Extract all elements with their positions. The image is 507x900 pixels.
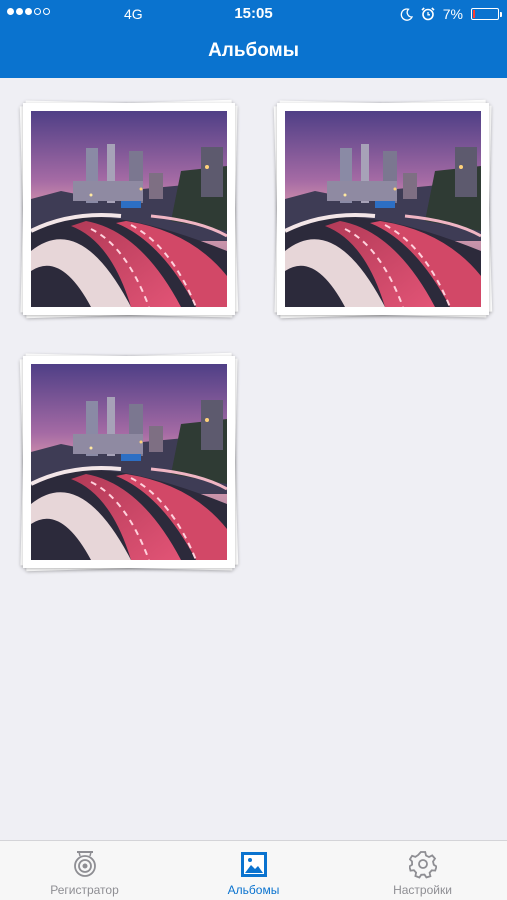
battery-percent: 7%	[442, 6, 463, 22]
status-bar: 4G 15:05 7%	[0, 0, 507, 28]
city-highway-photo	[31, 111, 227, 307]
album-cover	[277, 103, 489, 315]
tab-label: Регистратор	[50, 883, 119, 897]
tab-recorder[interactable]: Регистратор	[0, 841, 169, 900]
photo-album-icon	[240, 852, 267, 877]
album-item[interactable]	[19, 99, 239, 319]
album-cover	[23, 356, 235, 568]
tab-label: Настройки	[393, 883, 452, 897]
alarm-icon	[421, 7, 435, 21]
album-cover	[23, 103, 235, 315]
page-title: Альбомы	[208, 40, 299, 61]
city-highway-photo	[285, 111, 481, 307]
dashcam-icon	[73, 851, 96, 877]
city-highway-photo	[31, 364, 227, 560]
navigation-header: 4G 15:05 7% Альбомы	[0, 0, 507, 78]
tab-settings[interactable]: Настройки	[338, 841, 507, 900]
moon-icon	[400, 7, 413, 21]
tab-label: Альбомы	[227, 883, 280, 897]
battery-fill	[473, 10, 475, 18]
gear-icon	[408, 851, 437, 879]
album-item[interactable]	[19, 352, 239, 572]
tab-bar: Регистратор Альбомы Настройки	[0, 840, 507, 900]
tab-albums[interactable]: Альбомы	[169, 841, 338, 900]
battery-icon	[471, 8, 502, 20]
album-item[interactable]	[273, 99, 493, 319]
